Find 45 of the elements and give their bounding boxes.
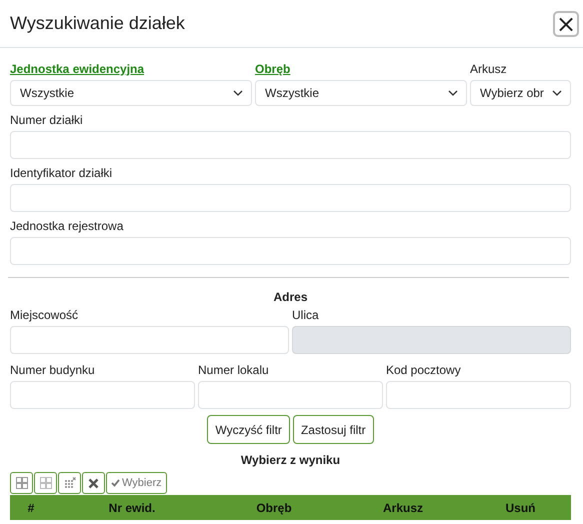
close-icon bbox=[88, 478, 99, 488]
field-label: Numer lokalu bbox=[198, 363, 269, 378]
check-icon bbox=[111, 479, 120, 487]
input-field[interactable] bbox=[10, 237, 571, 265]
field-label: Obręb bbox=[255, 62, 290, 77]
grid-icon bbox=[40, 477, 52, 489]
grid-button[interactable] bbox=[34, 472, 57, 494]
checkbox-grid-icon bbox=[16, 477, 28, 489]
input-field[interactable] bbox=[10, 326, 289, 354]
input-field[interactable] bbox=[10, 184, 571, 212]
field-label: Arkusz bbox=[470, 62, 507, 77]
input-field[interactable] bbox=[198, 381, 383, 409]
select-field[interactable]: Wybierz obr bbox=[470, 80, 571, 106]
close-button[interactable]: × bbox=[553, 10, 579, 36]
input-field[interactable] bbox=[10, 381, 195, 409]
dot-grid-icon bbox=[64, 477, 76, 489]
column-header: Obręb bbox=[256, 500, 292, 514]
field-label: Kod pocztowy bbox=[386, 363, 461, 378]
column-header: Nr ewid. bbox=[108, 500, 156, 514]
filter-button[interactable]: Wyczyść filtr bbox=[207, 415, 290, 444]
field-label: Ulica bbox=[292, 308, 319, 323]
column-header: # bbox=[28, 500, 34, 514]
field-label: Numer działki bbox=[10, 113, 83, 128]
column-header: Usuń bbox=[506, 500, 536, 514]
window-title: Wyszukiwanie działek bbox=[10, 13, 185, 34]
field-label: Identyfikator działki bbox=[10, 166, 112, 181]
chevron-down-icon bbox=[552, 90, 562, 96]
select-field[interactable]: Wszystkie bbox=[255, 80, 467, 106]
section-title: Wybierz z wyniku bbox=[240, 453, 340, 467]
filter-button[interactable]: Zastosuj filtr bbox=[292, 415, 374, 444]
field-label: Jednostka ewidencyjna bbox=[10, 62, 144, 77]
field-label: Numer budynku bbox=[10, 363, 95, 378]
chevron-down-icon bbox=[233, 90, 243, 96]
input-field[interactable] bbox=[10, 131, 571, 159]
input-field[interactable] bbox=[386, 381, 571, 409]
chevron-down-icon bbox=[448, 90, 458, 96]
field-label: Jednostka rejestrowa bbox=[10, 219, 124, 234]
delete-button[interactable] bbox=[82, 472, 105, 494]
section-title: Adres bbox=[273, 290, 308, 304]
select-all-button[interactable] bbox=[10, 472, 33, 494]
choose-button[interactable]: Wybierz bbox=[106, 472, 167, 494]
column-header: Arkusz bbox=[382, 500, 423, 514]
field-label: Miejscowość bbox=[10, 308, 78, 323]
select-field[interactable]: Wszystkie bbox=[10, 80, 252, 106]
clear-selection-button[interactable] bbox=[58, 472, 81, 494]
